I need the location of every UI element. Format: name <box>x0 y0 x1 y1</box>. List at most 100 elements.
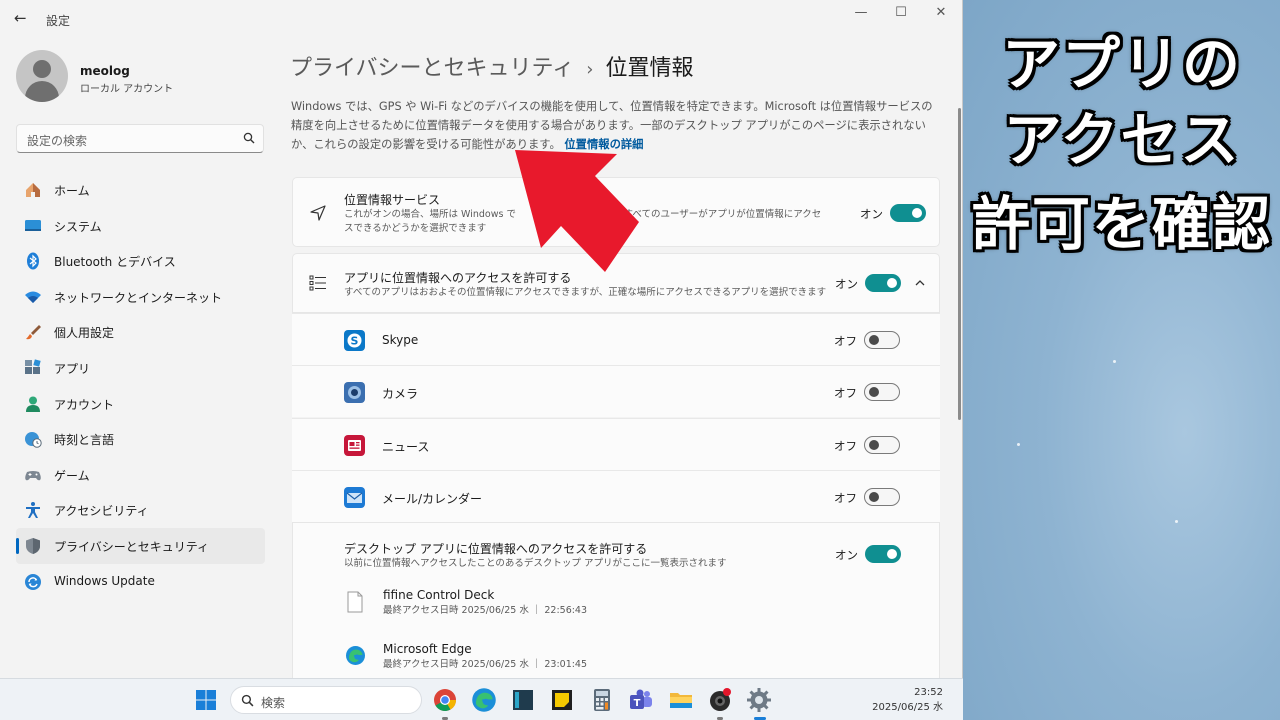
news-icon <box>344 435 365 456</box>
search-placeholder: 設定の検索 <box>27 134 88 148</box>
page-description: Windows では、GPS や Wi-Fi などのデバイスの機能を使用して、位… <box>291 97 941 154</box>
sticky-notes-icon[interactable] <box>549 687 575 713</box>
app-row-mail-calendar: メール/カレンダー オフ <box>292 470 940 522</box>
app-name: カメラ <box>382 387 419 401</box>
teams-icon[interactable]: T <box>628 687 654 713</box>
app-access-toggle[interactable] <box>865 274 901 292</box>
account-type: ローカル アカウント <box>80 84 174 95</box>
sidebar-item-apps[interactable]: アプリ <box>16 350 265 386</box>
wifi-icon <box>25 291 41 303</box>
sidebar-item-gaming[interactable]: ゲーム <box>16 457 265 493</box>
windows-start-icon[interactable] <box>193 687 219 713</box>
location-service-state: オン <box>860 207 883 221</box>
clock-time: 23:52 <box>914 687 943 698</box>
caption-line-3: 許可を確認 <box>972 190 1273 258</box>
sidebar-item-label: システム <box>54 219 102 234</box>
chevron-up-icon[interactable] <box>913 276 927 290</box>
app-state: オフ <box>834 491 857 505</box>
desktop-access-card: デスクトップ アプリに位置情報へのアクセスを許可する 以前に位置情報へアクセスし… <box>292 522 940 678</box>
settings-gear-icon[interactable] <box>746 687 772 713</box>
brush-icon <box>26 325 41 340</box>
clock-date: 2025/06/25 水 <box>872 702 943 713</box>
sparkle <box>1113 360 1116 363</box>
red-arrow-annotation <box>515 150 639 272</box>
sidebar-item-windows-update[interactable]: Windows Update <box>16 564 265 600</box>
caption-line-1: アプリの <box>1001 30 1242 98</box>
avatar[interactable] <box>16 50 68 102</box>
desktop-access-title: デスクトップ アプリに位置情報へのアクセスを許可する <box>344 542 648 556</box>
sidebar-item-network[interactable]: ネットワークとインターネット <box>16 279 265 315</box>
svg-text:S: S <box>351 335 359 348</box>
breadcrumb-separator: › <box>586 59 594 80</box>
minimize-button[interactable]: — <box>845 4 877 24</box>
sidebar-item-bluetooth[interactable]: Bluetooth とデバイス <box>16 243 265 279</box>
app-title: 設定 <box>46 14 71 28</box>
sidebar-item-time-language[interactable]: 時刻と言語 <box>16 421 265 457</box>
sidebar-item-system[interactable]: システム <box>16 208 265 244</box>
caption-line-2: アクセス <box>1003 106 1241 174</box>
settings-window: ← 設定 — ☐ ✕ meolog ローカル アカウント 設定の検索 ホーム シ… <box>0 0 963 678</box>
app-row-skype: S Skype オフ <box>292 313 940 365</box>
breadcrumb-parent[interactable]: プライバシーとセキュリティ <box>290 56 574 81</box>
camera-toggle[interactable] <box>864 383 900 401</box>
skype-icon: S <box>344 330 365 351</box>
sidebar-item-privacy-security[interactable]: プライバシーとセキュリティ <box>16 527 265 564</box>
system-icon <box>25 219 41 231</box>
search-input[interactable]: 設定の検索 <box>16 124 264 153</box>
edge-icon[interactable] <box>471 687 497 713</box>
list-icon <box>309 275 326 291</box>
taskbar: 検索 T 23:52 2025/06/25 水 <box>0 678 963 720</box>
sidebar-item-label: 個人用設定 <box>54 326 115 341</box>
app-state: オフ <box>834 386 857 400</box>
svg-text:T: T <box>634 698 641 709</box>
sidebar-item-accounts[interactable]: アカウント <box>16 386 265 422</box>
edge-icon <box>346 646 365 665</box>
desktop-app-last-access: 最終アクセス日時 2025/06/25 水 ｜ 23:01:45 <box>383 659 588 670</box>
news-toggle[interactable] <box>864 436 900 454</box>
folder-icon[interactable] <box>668 687 694 713</box>
sidebar-item-label: アプリ <box>54 361 91 376</box>
globe-clock-icon <box>25 432 42 448</box>
mail-icon <box>344 487 365 508</box>
sidebar-item-label: アカウント <box>54 397 115 412</box>
sidebar-item-label: 時刻と言語 <box>54 433 115 448</box>
desktop-app-name: Microsoft Edge <box>383 642 472 656</box>
app-access-state: オン <box>835 277 858 291</box>
sidebar-item-accessibility[interactable]: アクセシビリティ <box>16 492 265 528</box>
chrome-icon[interactable] <box>432 687 458 713</box>
sidebar-item-label: Bluetooth とデバイス <box>54 255 176 270</box>
back-arrow-icon[interactable]: ← <box>14 10 30 26</box>
sidebar-nav: ホーム システム Bluetooth とデバイス ネットワークとインターネット … <box>16 172 265 599</box>
camera-app-icon[interactable] <box>707 687 733 713</box>
camera-icon <box>344 382 365 403</box>
maximize-button[interactable]: ☐ <box>885 4 917 24</box>
search-icon <box>243 132 255 144</box>
scrollbar[interactable] <box>958 108 961 420</box>
app-name: Skype <box>382 333 419 347</box>
calculator-icon[interactable] <box>589 687 615 713</box>
close-button[interactable]: ✕ <box>925 4 957 24</box>
clock[interactable]: 23:52 2025/06/25 水 <box>872 685 943 715</box>
sidebar-item-label: ゲーム <box>54 468 90 483</box>
app-state: オフ <box>834 439 857 453</box>
app-name: ニュース <box>382 440 430 454</box>
skype-toggle[interactable] <box>864 331 900 349</box>
location-service-toggle[interactable] <box>890 204 926 222</box>
desktop-app-last-access: 最終アクセス日時 2025/06/25 水 ｜ 22:56:43 <box>383 605 588 616</box>
accessibility-icon <box>26 502 40 519</box>
location-service-title: 位置情報サービス <box>344 193 441 207</box>
breadcrumb: プライバシーとセキュリティ › 位置情報 <box>290 50 693 82</box>
taskbar-search-input[interactable]: 検索 <box>230 686 422 714</box>
sidebar-item-home[interactable]: ホーム <box>16 172 265 208</box>
title-bar: ← 設定 — ☐ ✕ <box>0 0 962 36</box>
desktop-access-toggle[interactable] <box>865 545 901 563</box>
search-icon <box>241 694 254 707</box>
user-name: meolog <box>80 64 130 78</box>
mail-calendar-toggle[interactable] <box>864 488 900 506</box>
sidebar-item-label: ホーム <box>54 184 90 198</box>
sidebar-item-personalization[interactable]: 個人用設定 <box>16 314 265 350</box>
home-icon <box>26 183 40 197</box>
sparkle <box>1175 520 1178 523</box>
app-window-icon[interactable] <box>510 687 536 713</box>
gamepad-icon <box>25 470 41 480</box>
